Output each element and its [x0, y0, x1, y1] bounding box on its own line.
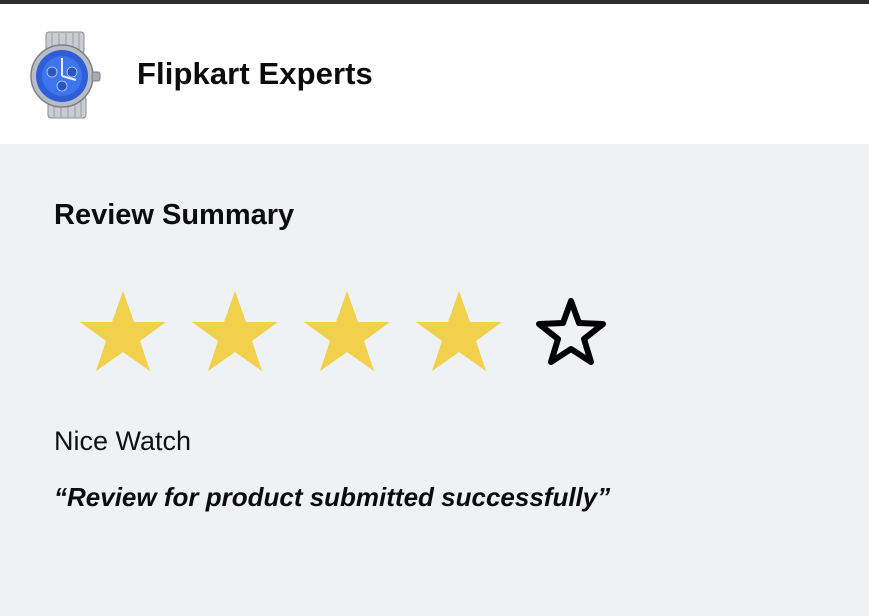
star-filled-icon[interactable] [302, 289, 392, 373]
star-filled-icon[interactable] [190, 289, 280, 373]
brand-title: Flipkart Experts [137, 56, 373, 91]
star-empty-icon[interactable] [526, 289, 616, 373]
section-title: Review Summary [54, 199, 295, 231]
review-title: Nice Watch [54, 426, 192, 456]
star-filled-icon[interactable] [414, 289, 504, 373]
watch-product-image [30, 31, 101, 119]
star-filled-icon[interactable] [78, 289, 168, 373]
header: Flipkart Experts [0, 4, 869, 144]
success-message: “Review for product submitted successful… [54, 482, 611, 512]
review-summary-panel: Review Summary Nice Watch “Review for pr… [0, 144, 869, 616]
